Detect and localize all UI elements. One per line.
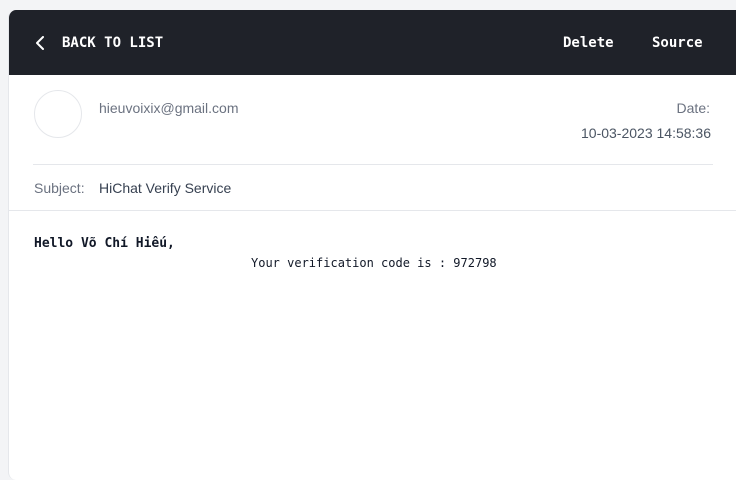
subject-label: Subject:: [34, 180, 85, 196]
chevron-left-icon: [33, 35, 47, 51]
header-divider: [33, 164, 713, 165]
back-to-list-label: BACK TO LIST: [62, 34, 164, 51]
sender-email: hieuvoixix@gmail.com: [99, 100, 239, 116]
avatar: [34, 90, 82, 138]
subject-value: HiChat Verify Service: [99, 180, 232, 196]
email-toolbar: BACK TO LIST Delete Source: [9, 10, 736, 75]
date-label: Date:: [676, 100, 710, 116]
email-viewer: BACK TO LIST Delete Source hieuvoixix@gm…: [8, 10, 736, 480]
verification-code-line: Your verification code is : 972798: [251, 256, 497, 270]
email-greeting: Hello Võ Chí Hiếu,: [34, 236, 175, 251]
date-value: 10-03-2023 14:58:36: [581, 125, 711, 141]
source-button[interactable]: Source: [652, 10, 703, 75]
body-divider: [9, 210, 736, 211]
delete-button[interactable]: Delete: [563, 10, 614, 75]
back-to-list-button[interactable]: BACK TO LIST: [33, 10, 163, 75]
